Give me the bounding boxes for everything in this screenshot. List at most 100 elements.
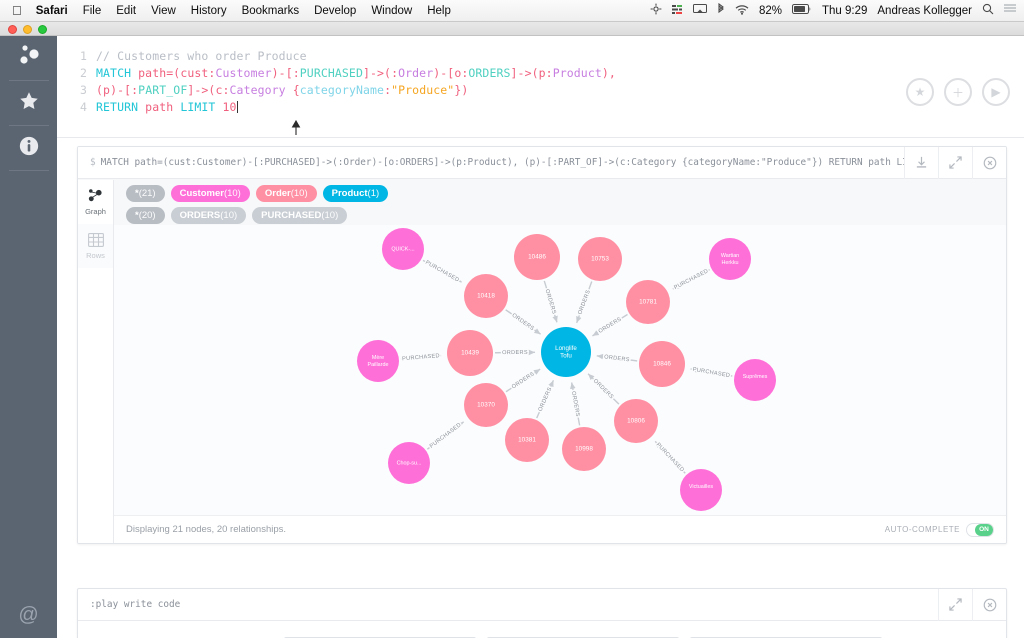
graph-node-order[interactable]: 10781 (626, 280, 670, 324)
code-token: p (103, 83, 111, 97)
apple-logo-icon[interactable]:  (12, 4, 22, 17)
spotlight-search-icon[interactable] (982, 3, 994, 18)
battery-percent-label: 82% (758, 4, 782, 17)
graph-node-order[interactable]: 10486 (514, 234, 560, 280)
node-label: QUICK-... (391, 246, 414, 252)
chip-label: Product (331, 188, 368, 199)
cypher-editor[interactable]: 1 // Customers who order Produce 2 MATCH pa… (57, 36, 1024, 138)
graph-node-customer[interactable]: Victuailles (680, 469, 722, 511)
legend-rel-chip-[interactable]: *(20) (126, 207, 165, 224)
tab-graph[interactable]: Graph (78, 180, 113, 224)
user-name-label[interactable]: Andreas Kollegger (877, 5, 972, 17)
sidebar-item-documentation[interactable] (0, 126, 57, 170)
window-traffic-lights (8, 25, 47, 34)
graph-node-customer[interactable]: QUICK-... (382, 228, 424, 270)
menu-item-window[interactable]: Window (371, 5, 412, 17)
graph-canvas[interactable]: ORDERS ORDERS ORDERS ORDERS ORDERS ORDERS ORDE… (114, 225, 1006, 515)
graph-visualization[interactable]: ORDERSORDERS ORDERSORDERSORDERSORDERS ORDE… (114, 225, 1006, 515)
code-line-content: (p)-[:PART_OF]->(c:Category {categoryNam… (96, 82, 468, 99)
code-token: Product (552, 66, 602, 80)
sidebar-item-favorites[interactable] (0, 81, 57, 125)
bluetooth-icon[interactable] (717, 2, 725, 18)
graph-node-order[interactable]: 10998 (562, 427, 606, 471)
play-frame: :play write code Write Code Jump right i… (77, 588, 1007, 638)
graph-node-order[interactable]: 10846 (639, 341, 685, 387)
menu-item-safari[interactable]: Safari (36, 5, 68, 17)
chip-label: Customer (179, 188, 224, 199)
expand-icon[interactable] (938, 589, 972, 621)
download-icon[interactable] (904, 147, 938, 179)
node-label: Paillarde (368, 362, 389, 368)
legend-node-chip-customer[interactable]: Customer(10) (170, 185, 250, 202)
edge-label: PURCHASED (673, 268, 709, 291)
graph-node-customer[interactable]: WartianHerkku (709, 238, 751, 280)
battery-icon[interactable] (791, 4, 812, 17)
favorite-star-button[interactable]: ★ (906, 78, 934, 106)
menu-item-edit[interactable]: Edit (116, 5, 136, 17)
legend-node-chip-order[interactable]: Order(10) (255, 185, 317, 202)
table-icon (87, 232, 104, 249)
menu-item-history[interactable]: History (191, 5, 227, 17)
graph-node-product[interactable]: LonglifeTofu (541, 327, 591, 377)
play-frame-body: Write Code Jump right into coding with e… (78, 621, 1006, 638)
notification-center-icon[interactable] (1004, 4, 1016, 17)
node-count-status: Displaying 21 nodes, 20 relationships. (126, 524, 287, 535)
graph-node-order[interactable]: 10418 (464, 274, 508, 318)
code-token: PURCHASED (299, 66, 363, 80)
cypher-code[interactable]: 1 // Customers who order Produce 2 MATCH pa… (73, 48, 616, 116)
sidebar-item-database[interactable] (0, 36, 57, 80)
tab-rows[interactable]: Rows (78, 224, 113, 268)
network-monitor-icon[interactable] (671, 4, 683, 18)
graph-node-customer[interactable]: MèrePaillarde (357, 340, 399, 382)
expand-icon[interactable] (938, 147, 972, 179)
edge-label: ORDERS (544, 289, 557, 315)
wifi-icon[interactable] (735, 4, 749, 18)
dropbox-icon[interactable] (650, 3, 662, 18)
menu-item-help[interactable]: Help (427, 5, 451, 17)
clock-label[interactable]: Thu 9:29 (822, 5, 867, 17)
graph-node-order[interactable]: 10381 (505, 418, 549, 462)
autocomplete-toggle[interactable]: ON (966, 522, 994, 537)
menu-item-bookmarks[interactable]: Bookmarks (242, 5, 300, 17)
result-view-tabs: Graph Rows (78, 180, 114, 543)
code-token: 10 (215, 100, 237, 114)
autocomplete-toggle-state: ON (975, 523, 993, 536)
close-window-button[interactable] (8, 25, 17, 34)
node-label: 10753 (591, 256, 609, 263)
code-line: 4 RETURN path LIMIT 10 (73, 99, 616, 116)
graph-node-order[interactable]: 10753 (578, 237, 622, 281)
code-token: PART_OF (138, 83, 188, 97)
code-token: LIMIT (180, 100, 216, 114)
run-query-button[interactable]: ▶ (982, 78, 1010, 106)
menu-item-file[interactable]: File (83, 5, 102, 17)
app-sidebar-rail: @ (0, 36, 57, 638)
graph-node-customer[interactable]: Suprêmes (734, 359, 776, 401)
close-icon[interactable] (972, 589, 1006, 621)
edge-label: ORDERS (511, 313, 536, 333)
menu-item-develop[interactable]: Develop (314, 5, 356, 17)
airplay-icon[interactable] (692, 3, 707, 18)
add-frame-button[interactable]: ＋ (944, 78, 972, 106)
legend-node-chip-[interactable]: *(21) (126, 185, 165, 202)
chip-label: Order (264, 188, 291, 199)
rail-divider (8, 170, 49, 171)
graph-node-customer[interactable]: Chop-su... (388, 442, 430, 484)
close-icon[interactable] (972, 147, 1006, 179)
sidebar-item-at[interactable]: @ (0, 592, 57, 638)
line-number: 2 (79, 66, 87, 80)
edge-label: ORDERS (570, 391, 581, 417)
maximize-window-button[interactable] (38, 25, 47, 34)
tab-graph-label: Graph (85, 207, 106, 216)
minimize-window-button[interactable] (23, 25, 32, 34)
legend-node-chip-product[interactable]: Product(1) (322, 185, 389, 202)
legend-rel-chip-purchased[interactable]: PURCHASED(10) (252, 207, 348, 224)
graph-node-order[interactable]: 10806 (614, 399, 658, 443)
code-token: p (538, 66, 546, 80)
graph-node-order[interactable]: 10370 (464, 383, 508, 427)
node-label: Herkku (721, 260, 738, 266)
browser-window-bar (0, 22, 1024, 36)
graph-node-order[interactable]: 10439 (447, 330, 493, 376)
menu-item-view[interactable]: View (151, 5, 176, 17)
code-token: Order (398, 66, 434, 80)
legend-rel-chip-orders[interactable]: ORDERS(10) (170, 207, 247, 224)
